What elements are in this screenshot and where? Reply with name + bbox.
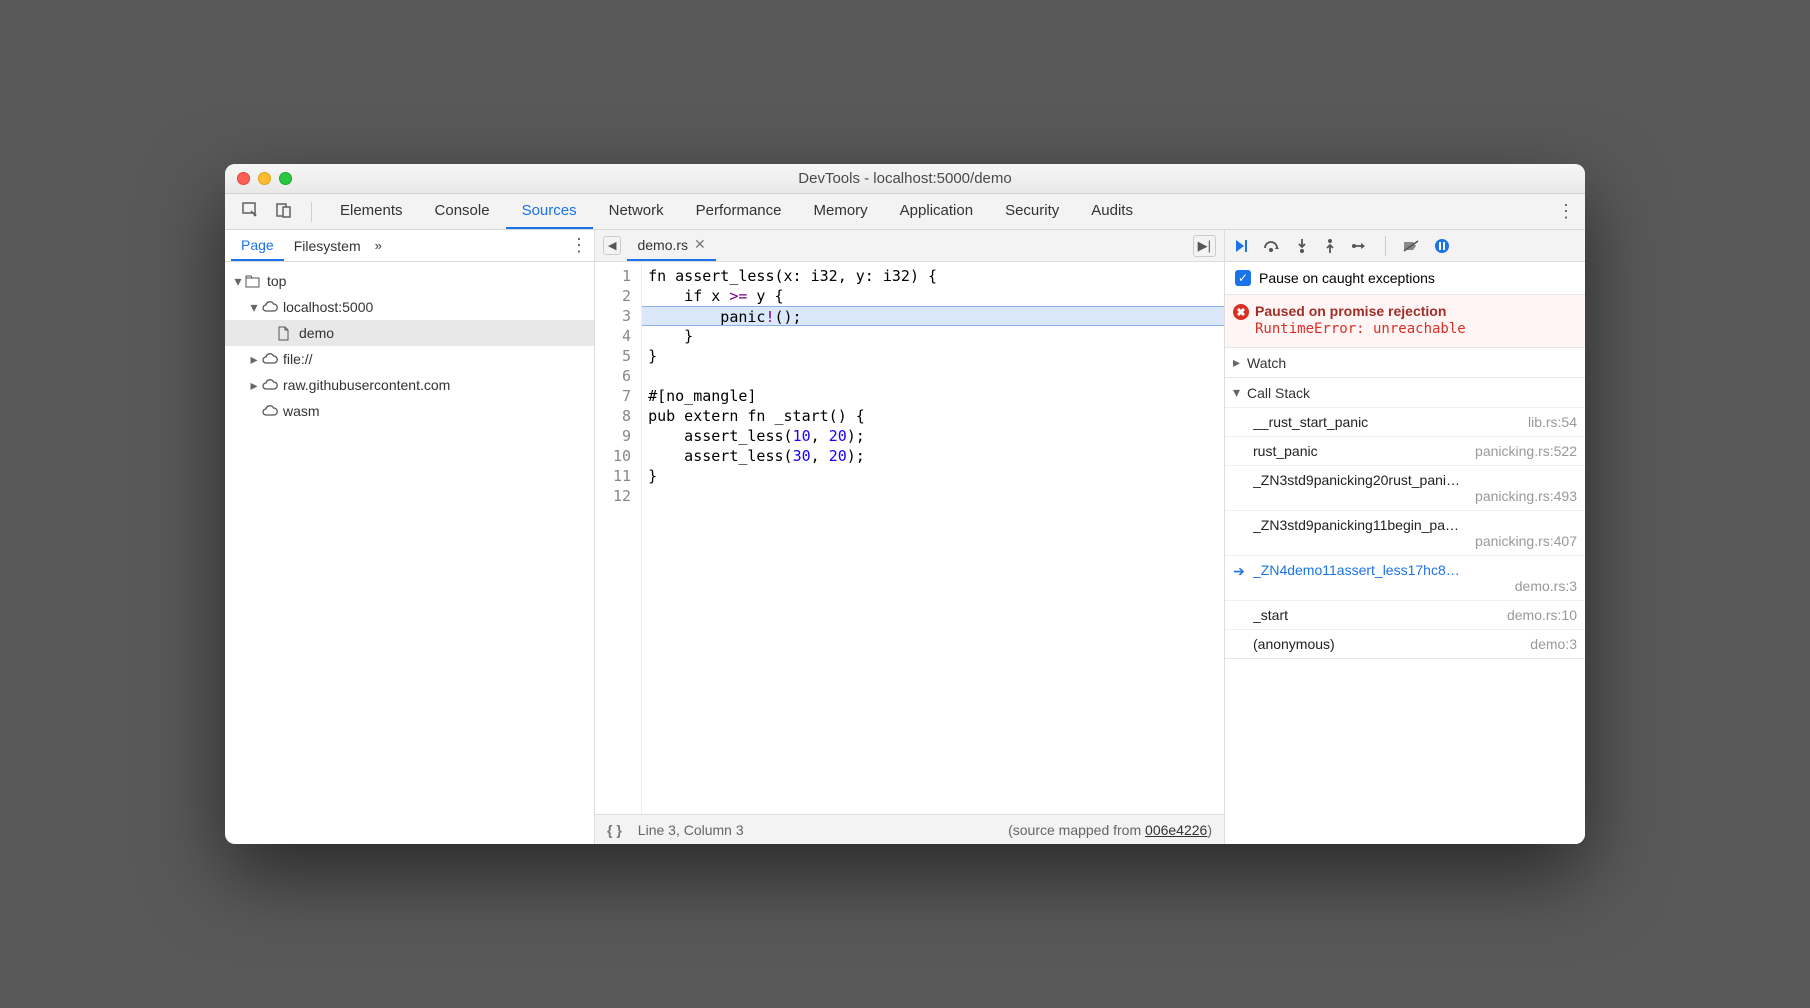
resume-icon[interactable] [1233, 238, 1249, 254]
chevron-down-icon: ▾ [1233, 384, 1247, 401]
folder-icon [245, 275, 263, 288]
cursor-position: Line 3, Column 3 [638, 822, 744, 838]
callstack-section-header[interactable]: ▾ Call Stack [1225, 378, 1585, 407]
tree-item[interactable]: ▾top [225, 268, 594, 294]
pause-on-caught-label: Pause on caught exceptions [1259, 270, 1435, 286]
cloud-icon [261, 405, 279, 417]
tree-item[interactable]: ▸raw.githubusercontent.com [225, 372, 594, 398]
editor-statusbar: { } Line 3, Column 3 (source mapped from… [595, 814, 1224, 844]
stack-frame[interactable]: _ZN3std9panicking11begin_pa…panicking.rs… [1225, 510, 1585, 555]
step-out-icon[interactable] [1323, 238, 1337, 254]
maximize-editor-icon[interactable]: ▶| [1193, 235, 1216, 257]
tree-item[interactable]: wasm [225, 398, 594, 424]
frame-location: demo:3 [1530, 636, 1577, 652]
navigator-tabs: Page Filesystem » ⋮ [225, 230, 594, 262]
main-toolbar: ElementsConsoleSourcesNetworkPerformance… [225, 194, 1585, 230]
editor-tabs: ◀ demo.rs ✕ ▶| [595, 230, 1224, 262]
file-tab-demo[interactable]: demo.rs ✕ [627, 230, 715, 261]
frame-function: __rust_start_panic [1253, 414, 1368, 430]
current-frame-icon: ➔ [1233, 563, 1245, 580]
pause-exceptions-icon[interactable] [1434, 238, 1450, 254]
navigator-menu-icon[interactable]: ⋮ [570, 235, 588, 256]
close-tab-icon[interactable]: ✕ [694, 236, 706, 253]
stack-frame[interactable]: __rust_start_panic lib.rs:54 [1225, 407, 1585, 436]
step-into-icon[interactable] [1295, 238, 1309, 254]
code-editor[interactable]: 123456789101112 fn assert_less(x: i32, y… [595, 262, 1224, 814]
devtools-window: DevTools - localhost:5000/demo ElementsC… [225, 164, 1585, 844]
nav-back-icon[interactable]: ◀ [603, 236, 621, 255]
panel-tab-application[interactable]: Application [884, 194, 989, 229]
frame-location: lib.rs:54 [1528, 414, 1577, 430]
panel-tab-performance[interactable]: Performance [680, 194, 798, 229]
panel-tab-memory[interactable]: Memory [798, 194, 884, 229]
paused-status: ✖ Paused on promise rejection RuntimeErr… [1225, 295, 1585, 348]
source-map-link[interactable]: 006e4226 [1145, 822, 1207, 838]
frame-location: panicking.rs:407 [1253, 533, 1577, 549]
main-area: Page Filesystem » ⋮ ▾top▾localhost:5000d… [225, 230, 1585, 844]
frame-function: _ZN4demo11assert_less17hc8… [1253, 562, 1577, 578]
navigator-tabs-more[interactable]: » [375, 238, 382, 253]
stack-frame[interactable]: ➔ _ZN4demo11assert_less17hc8…demo.rs:3 [1225, 555, 1585, 600]
chevron-right-icon: ▸ [1233, 354, 1247, 371]
editor-panel: ◀ demo.rs ✕ ▶| 123456789101112 fn assert… [595, 230, 1225, 844]
frame-location: demo.rs:3 [1253, 578, 1577, 594]
stack-frame[interactable]: rust_panic panicking.rs:522 [1225, 436, 1585, 465]
inspect-icon[interactable] [241, 201, 259, 222]
file-tab-label: demo.rs [637, 237, 688, 253]
paused-detail: RuntimeError: unreachable [1255, 321, 1575, 337]
tree-item[interactable]: ▸file:// [225, 346, 594, 372]
window-title: DevTools - localhost:5000/demo [225, 170, 1585, 187]
debugger-panel: ✓ Pause on caught exceptions ✖ Paused on… [1225, 230, 1585, 844]
frame-function: rust_panic [1253, 443, 1318, 459]
tree-item[interactable]: ▾localhost:5000 [225, 294, 594, 320]
error-icon: ✖ [1233, 304, 1249, 320]
frame-location: panicking.rs:493 [1253, 488, 1577, 504]
cloud-icon [261, 379, 279, 391]
callstack-list: __rust_start_paniclib.rs:54rust_panicpan… [1225, 407, 1585, 658]
frame-location: panicking.rs:522 [1475, 443, 1577, 459]
line-gutter: 123456789101112 [595, 262, 642, 814]
code-content: fn assert_less(x: i32, y: i32) { if x >=… [642, 262, 1224, 814]
callstack-label: Call Stack [1247, 385, 1310, 401]
pause-on-caught-checkbox[interactable]: ✓ [1235, 270, 1251, 286]
file-icon [277, 326, 295, 341]
navigator-tab-page[interactable]: Page [231, 231, 284, 261]
debugger-toolbar [1225, 230, 1585, 262]
titlebar: DevTools - localhost:5000/demo [225, 164, 1585, 194]
frame-function: (anonymous) [1253, 636, 1335, 652]
panel-tab-network[interactable]: Network [593, 194, 680, 229]
file-tree: ▾top▾localhost:5000demo▸file://▸raw.gith… [225, 262, 594, 844]
panel-tab-console[interactable]: Console [419, 194, 506, 229]
stack-frame[interactable]: _ZN3std9panicking20rust_pani…panicking.r… [1225, 465, 1585, 510]
watch-label: Watch [1247, 355, 1286, 371]
pretty-print-icon[interactable]: { } [607, 822, 622, 838]
panel-tab-elements[interactable]: Elements [324, 194, 419, 229]
pause-on-caught-row[interactable]: ✓ Pause on caught exceptions [1225, 262, 1585, 295]
frame-function: _ZN3std9panicking20rust_pani… [1253, 472, 1577, 488]
panel-tab-security[interactable]: Security [989, 194, 1075, 229]
navigator-panel: Page Filesystem » ⋮ ▾top▾localhost:5000d… [225, 230, 595, 844]
stack-frame[interactable]: (anonymous) demo:3 [1225, 629, 1585, 658]
device-toggle-icon[interactable] [275, 201, 293, 222]
frame-function: _ZN3std9panicking11begin_pa… [1253, 517, 1577, 533]
paused-title: Paused on promise rejection [1255, 303, 1575, 319]
cloud-icon [261, 353, 279, 365]
navigator-tab-filesystem[interactable]: Filesystem [284, 232, 371, 260]
source-map-info: (source mapped from 006e4226) [1008, 822, 1212, 838]
step-over-icon[interactable] [1263, 238, 1281, 254]
more-menu-icon[interactable]: ⋮ [1557, 201, 1575, 222]
panel-tab-audits[interactable]: Audits [1075, 194, 1149, 229]
panel-tabs: ElementsConsoleSourcesNetworkPerformance… [324, 194, 1149, 229]
stack-frame[interactable]: _start demo.rs:10 [1225, 600, 1585, 629]
tree-item[interactable]: demo [225, 320, 594, 346]
step-icon[interactable] [1351, 239, 1369, 253]
frame-function: _start [1253, 607, 1288, 623]
frame-location: demo.rs:10 [1507, 607, 1577, 623]
cloud-icon [261, 301, 279, 313]
watch-section-header[interactable]: ▸ Watch [1225, 348, 1585, 378]
deactivate-breakpoints-icon[interactable] [1402, 239, 1420, 253]
panel-tab-sources[interactable]: Sources [506, 194, 593, 229]
